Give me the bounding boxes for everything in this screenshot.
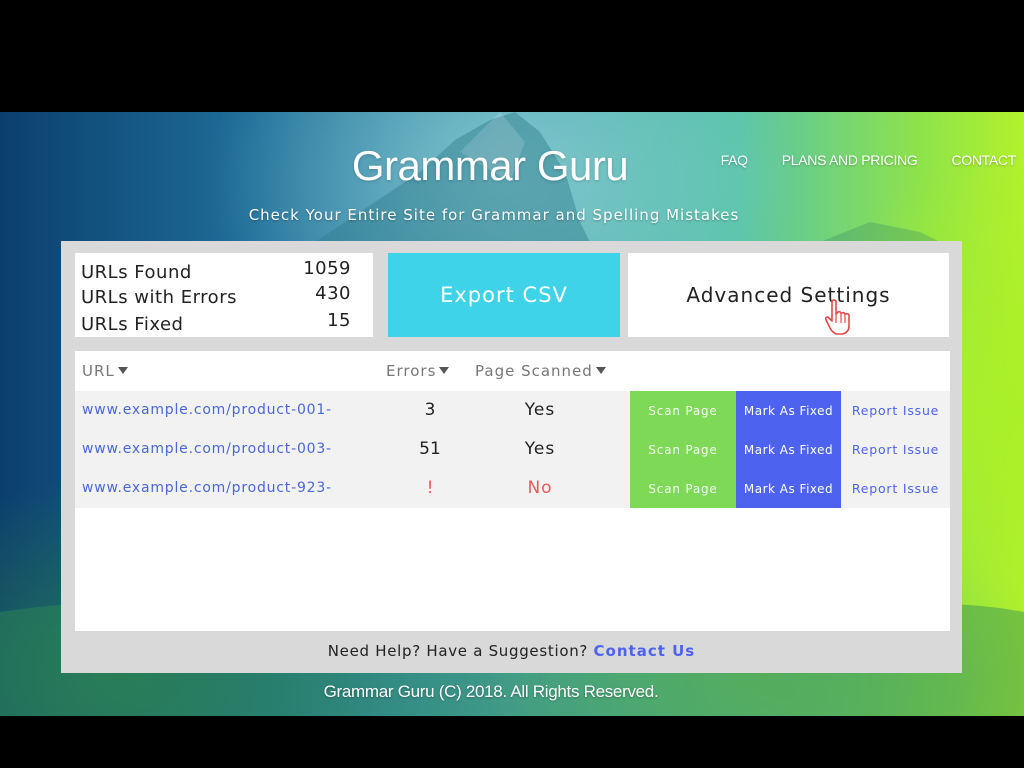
error-count: 51 [419, 439, 441, 459]
scanned-status: No [527, 478, 553, 498]
advanced-settings-button[interactable]: Advanced Settings [628, 253, 949, 337]
letterbox-bottom [0, 716, 1024, 768]
table-header: URL Errors Page Scanned [75, 351, 950, 391]
page-hero: Grammar Guru FAQ PLANS AND PRICING CONTA… [0, 112, 1024, 716]
scan-page-button[interactable]: Scan Page [630, 430, 736, 469]
url-link[interactable]: www.example.com/product-001- [82, 402, 332, 418]
scanned-status: Yes [524, 439, 556, 459]
report-issue-link[interactable]: Report Issue [841, 430, 950, 469]
footer-copyright: Grammar Guru (C) 2018. All Rights Reserv… [323, 682, 659, 701]
table-row: www.example.com/product-923- ! No Scan P… [75, 469, 950, 508]
help-line: Need Help? Have a Suggestion? Contact Us [61, 642, 962, 660]
stat-value: 1059 [303, 258, 351, 279]
scan-page-button[interactable]: Scan Page [630, 391, 736, 430]
mark-as-fixed-button[interactable]: Mark As Fixed [736, 469, 841, 508]
mark-as-fixed-button[interactable]: Mark As Fixed [736, 391, 841, 430]
column-header-errors[interactable]: Errors [386, 362, 450, 380]
stat-value: 430 [315, 283, 351, 304]
nav-item-faq[interactable]: FAQ [721, 152, 748, 168]
error-count: ! [426, 478, 434, 498]
scanned-status: Yes [524, 400, 556, 420]
help-text: Need Help? Have a Suggestion? [327, 642, 589, 660]
caret-down-icon [595, 367, 606, 374]
stat-urls-fixed: URLs Fixed 15 [81, 310, 373, 340]
nav-item-contact[interactable]: CONTACT [951, 152, 1016, 168]
table-row: www.example.com/product-003- 51 Yes Scan… [75, 430, 950, 469]
scan-page-button[interactable]: Scan Page [630, 469, 736, 508]
caret-down-icon [117, 367, 128, 374]
error-count: 3 [424, 400, 436, 420]
mark-as-fixed-button[interactable]: Mark As Fixed [736, 430, 841, 469]
url-table: URL Errors Page Scanned www.example.com/… [75, 351, 950, 631]
tagline: Check Your Entire Site for Grammar and S… [248, 206, 740, 224]
table-row: www.example.com/product-001- 3 Yes Scan … [75, 391, 950, 430]
report-issue-link[interactable]: Report Issue [841, 469, 950, 508]
contact-us-link[interactable]: Contact Us [594, 642, 696, 660]
column-header-url[interactable]: URL [82, 362, 128, 380]
hand-pointer-icon [824, 299, 850, 335]
stat-label: URLs with Errors [81, 287, 237, 308]
caret-down-icon [439, 367, 450, 374]
nav-item-plans-and-pricing[interactable]: PLANS AND PRICING [782, 152, 918, 168]
stat-value: 15 [327, 310, 351, 331]
stats-card: URLs Found 1059 URLs with Errors 430 URL… [75, 253, 373, 337]
url-link[interactable]: www.example.com/product-923- [82, 480, 332, 496]
top-nav: FAQ PLANS AND PRICING CONTACT [687, 152, 1017, 168]
export-csv-button[interactable]: Export CSV [388, 253, 620, 337]
url-link[interactable]: www.example.com/product-003- [82, 441, 332, 457]
column-header-page-scanned[interactable]: Page Scanned [475, 362, 606, 380]
stat-label: URLs Found [81, 262, 192, 283]
stat-label: URLs Fixed [81, 314, 184, 335]
report-issue-link[interactable]: Report Issue [841, 391, 950, 430]
letterbox-top [0, 0, 1024, 112]
